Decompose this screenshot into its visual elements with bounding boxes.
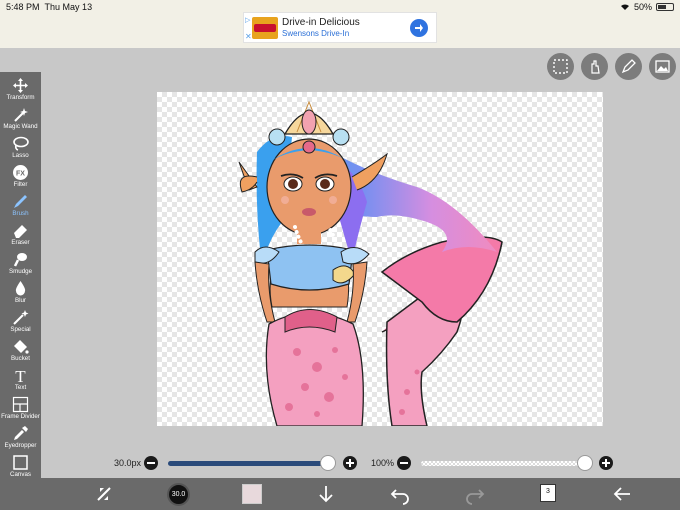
tool-label: Brush [12,210,29,217]
status-bar: 5:48 PM Thu May 13 50% ▷ ✕ Drive-in Deli… [0,0,680,48]
tool-label: Special [10,326,31,333]
battery-percent: 50% [633,2,652,12]
tool-label: Eraser [11,239,30,246]
tool-label: Smudge [8,268,33,275]
tool-label: Bucket [11,355,30,362]
move-icon [13,78,28,93]
battery-icon [656,3,674,11]
ad-choices-icon[interactable]: ▷ [245,16,250,24]
tool-eraser[interactable]: Eraser [0,220,41,249]
tool-label: Text [14,384,27,391]
eraser-icon [14,225,27,238]
svg-text:T: T [15,367,26,384]
selection-button[interactable] [547,53,574,80]
brush-size-decrease-button[interactable] [144,456,158,470]
ad-subtitle: Swensons Drive-In [282,29,350,38]
bottom-toolbar [0,478,680,510]
ad-title: Drive-in Delicious [282,17,360,28]
ad-banner[interactable]: ▷ ✕ Drive-in Delicious Swensons Drive-In [243,12,437,43]
sparkle-pen-icon [13,310,29,325]
eyedropper-icon [14,426,28,440]
hand-button[interactable] [581,53,608,80]
pen-settings-button[interactable] [615,53,642,80]
magic-wand-icon [14,108,28,122]
tool-canvas[interactable]: Canvas [0,452,41,481]
tool-palette: Transform Magic Wand Lasso FX Filter Bru… [0,72,41,488]
pen-icon [621,59,636,74]
fx-icon: FX [13,165,28,180]
tool-label: Canvas [10,471,31,478]
gallery-icon [655,60,670,73]
ad-close-button[interactable]: ✕ [245,32,252,41]
tool-text[interactable]: T Text [0,365,41,394]
wifi-icon [620,4,629,10]
opacity-increase-button[interactable] [599,456,613,470]
text-icon: T [15,367,26,384]
status-right: 50% [620,2,674,12]
tool-filter[interactable]: FX Filter [0,162,41,191]
brush-size-increase-button[interactable] [343,456,357,470]
tool-label: Transform [6,94,35,101]
quick-actions-icon[interactable] [92,482,116,506]
drop-icon [15,281,26,296]
canvas-icon [13,455,28,470]
back-arrow-icon[interactable] [610,482,634,506]
tool-eyedropper[interactable]: Eyedropper [0,423,41,452]
layers-button[interactable]: 3 [540,484,556,502]
redo-icon[interactable] [463,482,487,506]
tool-special[interactable]: Special [0,307,41,336]
tool-label: Blur [14,297,26,304]
down-arrow-icon[interactable] [314,482,338,506]
status-date: Thu May 13 [44,2,93,12]
tool-blur[interactable]: Blur [0,278,41,307]
brush-size-slider[interactable] [168,461,330,466]
brush-icon [14,195,27,208]
color-picker-swatch[interactable] [242,484,262,504]
tool-smudge[interactable]: Smudge [0,249,41,278]
svg-text:FX: FX [16,171,25,178]
tool-brush[interactable]: Brush [0,191,41,220]
tool-label: Magic Wand [3,123,38,130]
brush-size-knob[interactable] [320,455,336,471]
status-time: 5:48 PM Thu May 13 [6,2,93,12]
selection-icon [553,59,568,74]
opacity-knob[interactable] [577,455,593,471]
tool-transform[interactable]: Transform [0,75,41,104]
opacity-label: 100% [371,458,395,468]
smudge-icon [13,253,27,267]
tool-label: Eyedropper [4,442,37,449]
tool-frame-divider[interactable]: Frame Divider [0,394,41,423]
tool-bucket[interactable]: Bucket [0,336,41,365]
directions-arrow-icon [415,24,423,32]
ad-logo [252,17,278,39]
bucket-icon [14,340,29,354]
lasso-icon [13,136,29,151]
gallery-button[interactable] [649,53,676,80]
brush-size-label: 30.0px [114,458,142,468]
hand-icon [591,60,600,74]
tool-label: Lasso [12,152,29,159]
frame-divider-icon [12,396,29,413]
tool-lasso[interactable]: Lasso [0,133,41,162]
ad-directions-button[interactable] [410,19,428,37]
tool-label: Frame Divider [1,413,40,420]
opacity-decrease-button[interactable] [397,456,411,470]
brush-size-indicator[interactable]: 30.0 [167,483,190,506]
opacity-slider[interactable] [421,461,586,466]
undo-icon[interactable] [388,482,412,506]
tool-magic-wand[interactable]: Magic Wand [0,104,41,133]
tool-label: Filter [13,181,28,188]
mermaid-artwork [238,100,503,427]
drawing-canvas[interactable] [157,92,603,427]
